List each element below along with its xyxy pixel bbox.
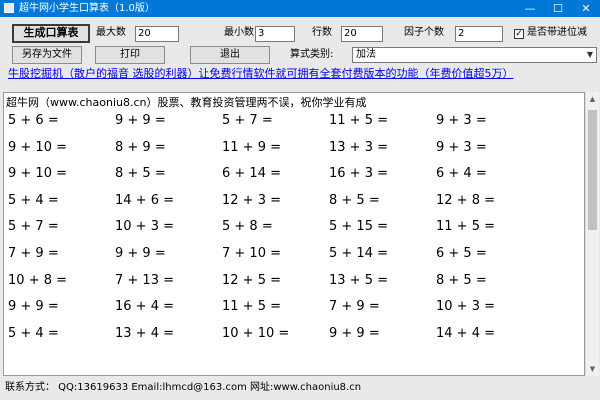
- problem-cell: 16 + 3 =: [329, 166, 388, 182]
- problem-cell: 10 + 3 =: [115, 219, 174, 235]
- problem-cell: 13 + 4 =: [115, 325, 174, 341]
- problem-row: 5 + 4 = 14 + 6 = 12 + 3 = 8 + 5 = 12 + 8…: [8, 191, 578, 218]
- rows-input[interactable]: 20: [341, 26, 383, 42]
- contact-footer: 联系方式： QQ:13619633 Email:lhmcd@163.com 网址…: [5, 382, 362, 393]
- type-select[interactable]: 加法 ▼: [352, 47, 597, 63]
- problem-cell: 8 + 5 =: [436, 272, 487, 288]
- problem-cell: 9 + 9 =: [115, 113, 166, 128]
- problem-cell: 10 + 8 =: [8, 272, 67, 288]
- min-label: 最小数: [224, 27, 254, 38]
- problem-cell: 6 + 5 =: [436, 245, 487, 261]
- problem-cell: 9 + 10 =: [8, 166, 67, 182]
- problem-cell: 7 + 9 =: [329, 299, 380, 315]
- problem-cell: 14 + 6 =: [115, 192, 174, 208]
- problem-cell: 11 + 5 =: [436, 219, 495, 235]
- type-label: 算式类别:: [290, 49, 334, 60]
- problem-cell: 14 + 4 =: [436, 325, 495, 341]
- app-icon: [4, 3, 14, 13]
- problem-cell: 9 + 3 =: [436, 139, 487, 155]
- problem-cell: 11 + 5 =: [222, 299, 281, 315]
- exit-button[interactable]: 退出: [190, 46, 270, 64]
- factor-label: 因子个数: [404, 27, 444, 38]
- problem-cell: 7 + 9 =: [8, 245, 59, 261]
- chevron-down-icon: ▼: [586, 50, 593, 59]
- window-title: 超牛网小学生口算表（1.0版）: [19, 3, 155, 14]
- problem-row: 9 + 10 = 8 + 5 = 6 + 14 = 16 + 3 = 6 + 4…: [8, 164, 578, 191]
- scroll-up-icon[interactable]: ▲: [586, 92, 599, 106]
- problem-cell: 10 + 10 =: [222, 325, 290, 341]
- carry-label: 是否带进位减: [527, 27, 587, 38]
- max-label: 最大数: [96, 27, 126, 38]
- problem-row: 10 + 8 = 7 + 13 = 12 + 5 = 13 + 5 = 8 + …: [8, 271, 578, 298]
- generate-button[interactable]: 生成口算表: [12, 24, 90, 43]
- title-bar: 超牛网小学生口算表（1.0版） — ☐ ✕: [0, 0, 600, 17]
- problem-cell: 9 + 3 =: [436, 113, 487, 128]
- problem-cell: 6 + 4 =: [436, 166, 487, 182]
- maximize-icon[interactable]: ☐: [544, 0, 572, 17]
- problem-cell: 5 + 8 =: [222, 219, 273, 235]
- promo-link[interactable]: 牛股挖掘机（散户的福音 选股的利器）让免费行情软件就可拥有全套付费版本的功能（年…: [8, 66, 514, 82]
- min-input[interactable]: 3: [255, 26, 295, 42]
- problem-cell: 8 + 9 =: [115, 139, 166, 155]
- problem-cell: 5 + 4 =: [8, 192, 59, 208]
- problem-cell: 5 + 7 =: [8, 219, 59, 235]
- problem-cell: 16 + 4 =: [115, 299, 174, 315]
- problem-cell: 5 + 14 =: [329, 245, 388, 261]
- problem-cell: 5 + 7 =: [222, 113, 273, 128]
- problem-row: 5 + 6 = 9 + 9 = 5 + 7 = 11 + 5 = 9 + 3 =: [8, 111, 578, 138]
- problem-grid: 5 + 6 = 9 + 9 = 5 + 7 = 11 + 5 = 9 + 3 =…: [8, 111, 578, 350]
- worksheet-header: 超牛网（www.chaoniu8.cn）股票、教育投资管理两不误，祝你学业有成: [6, 96, 367, 109]
- problem-cell: 8 + 5 =: [329, 192, 380, 208]
- type-select-value: 加法: [356, 49, 376, 60]
- close-icon[interactable]: ✕: [572, 0, 600, 17]
- problem-row: 5 + 7 = 10 + 3 = 5 + 8 = 5 + 15 = 11 + 5…: [8, 217, 578, 244]
- problem-cell: 9 + 9 =: [329, 325, 380, 341]
- problem-cell: 10 + 3 =: [436, 299, 495, 315]
- problem-cell: 9 + 10 =: [8, 139, 67, 155]
- problem-cell: 12 + 8 =: [436, 192, 495, 208]
- problem-cell: 7 + 13 =: [115, 272, 174, 288]
- vertical-scrollbar[interactable]: ▲ ▼: [585, 92, 599, 376]
- worksheet-area[interactable]: 超牛网（www.chaoniu8.cn）股票、教育投资管理两不误，祝你学业有成 …: [3, 92, 585, 376]
- print-button[interactable]: 打印: [95, 46, 165, 64]
- save-as-button[interactable]: 另存为文件: [12, 46, 82, 64]
- problem-cell: 5 + 4 =: [8, 325, 59, 341]
- factor-input[interactable]: 2: [455, 26, 503, 42]
- problem-cell: 12 + 5 =: [222, 272, 281, 288]
- carry-checkbox[interactable]: ✓: [514, 29, 524, 39]
- problem-row: 9 + 10 = 8 + 9 = 11 + 9 = 13 + 3 = 9 + 3…: [8, 138, 578, 165]
- problem-cell: 6 + 14 =: [222, 166, 281, 182]
- max-input[interactable]: 20: [135, 26, 179, 42]
- problem-row: 5 + 4 = 13 + 4 = 10 + 10 = 9 + 9 = 14 + …: [8, 324, 578, 351]
- problem-cell: 7 + 10 =: [222, 245, 281, 261]
- problem-cell: 9 + 9 =: [115, 245, 166, 261]
- minimize-icon[interactable]: —: [516, 0, 544, 17]
- problem-cell: 13 + 5 =: [329, 272, 388, 288]
- scroll-thumb[interactable]: [588, 110, 597, 230]
- problem-row: 7 + 9 = 9 + 9 = 7 + 10 = 5 + 14 = 6 + 5 …: [8, 244, 578, 271]
- rows-label: 行数: [312, 27, 332, 38]
- problem-cell: 11 + 9 =: [222, 139, 281, 155]
- problem-cell: 5 + 15 =: [329, 219, 388, 235]
- problem-cell: 12 + 3 =: [222, 192, 281, 208]
- problem-cell: 9 + 9 =: [8, 299, 59, 315]
- problem-cell: 13 + 3 =: [329, 139, 388, 155]
- problem-cell: 8 + 5 =: [115, 166, 166, 182]
- problem-cell: 11 + 5 =: [329, 113, 388, 128]
- problem-row: 9 + 9 = 16 + 4 = 11 + 5 = 7 + 9 = 10 + 3…: [8, 297, 578, 324]
- scroll-down-icon[interactable]: ▼: [586, 362, 599, 376]
- problem-cell: 5 + 6 =: [8, 113, 59, 128]
